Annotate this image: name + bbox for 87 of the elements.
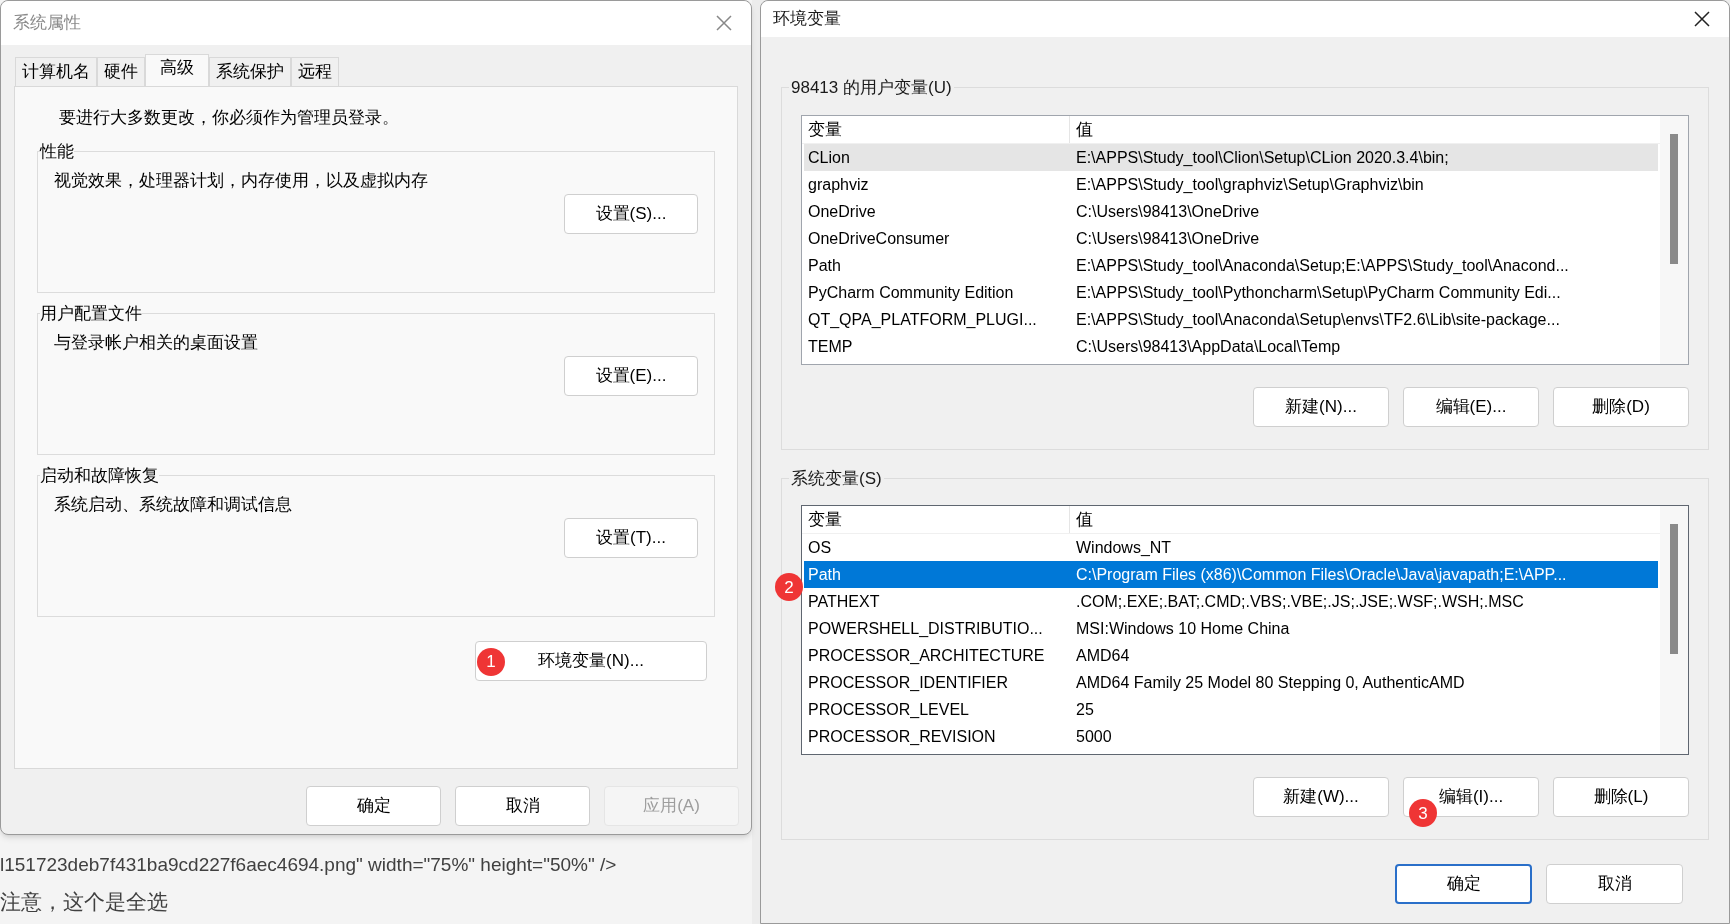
window-title: 环境变量 xyxy=(773,8,841,31)
variable-value: E:\APPS\Study_tool\Clion\Setup\CLion 2020.3.4\bin; xyxy=(1075,147,1450,168)
dialog-button[interactable]: 取消 xyxy=(455,786,590,826)
variable-row[interactable]: PROCESSOR_REVISION 5000 xyxy=(804,723,1658,750)
variable-row[interactable]: OneDriveConsumer C:\Users\98413\OneDrive xyxy=(804,224,1658,252)
close-icon[interactable] xyxy=(1693,10,1711,28)
variable-name: POWERSHELL_DISTRIBUTIO... xyxy=(807,619,1044,639)
variable-value: .COM;.EXE;.BAT;.CMD;.VBS;.VBE;.JS;.JSE;.WSF;.WSH;.MSC xyxy=(1075,592,1525,612)
group-description: 视觉效果，处理器计划，内存使用，以及虚拟内存 xyxy=(54,170,429,192)
variable-row[interactable]: graphviz E:\APPS\Study_tool\graphviz\Setup\Graphviz\bin xyxy=(804,170,1658,198)
variable-value: Windows_NT xyxy=(1075,538,1173,558)
scrollbar[interactable] xyxy=(1660,115,1688,364)
variable-name: CLion xyxy=(807,147,851,168)
variable-name: graphviz xyxy=(807,174,870,195)
tab[interactable]: 计算机名 xyxy=(15,57,97,86)
step-badge: 3 xyxy=(1409,799,1437,827)
step-badge: 2 xyxy=(775,573,803,601)
variable-value: MSI:Windows 10 Home China xyxy=(1075,619,1291,639)
variable-name: PROCESSOR_IDENTIFIER xyxy=(807,673,1010,693)
variable-value: C:\Users\98413\OneDrive xyxy=(1075,228,1261,249)
dialog-button[interactable]: 确定 xyxy=(306,786,441,826)
variable-value: E:\APPS\Study_tool\Anaconda\Setup\envs\TF2.6\Lib\site-package... xyxy=(1075,309,1561,330)
tab[interactable]: 高级 xyxy=(145,54,209,86)
variable-name: Path xyxy=(807,255,842,276)
variable-row[interactable]: PROCESSOR_LEVEL 25 xyxy=(804,696,1658,723)
variable-row[interactable]: OS Windows_NT xyxy=(804,534,1658,561)
variable-value: E:\APPS\Study_tool\Anaconda\Setup;E:\APPS\Study_tool\Anacond... xyxy=(1075,255,1570,276)
page-text: l151723deb7f431ba9cd227f6aec4694.png" width="75%" height="50%" /> xyxy=(0,853,618,877)
variable-value: E:\APPS\Study_tool\graphviz\Setup\Graphviz\bin xyxy=(1075,174,1425,195)
variable-row[interactable]: PROCESSOR_ARCHITECTURE AMD64 xyxy=(804,642,1658,669)
variable-name: OneDrive xyxy=(807,201,877,222)
variable-value: 25 xyxy=(1075,700,1095,720)
variable-row[interactable]: PATHEXT .COM;.EXE;.BAT;.CMD;.VBS;.VBE;.JS;.JSE;.WSF;.WSH;.MSC xyxy=(804,588,1658,615)
variable-value: AMD64 xyxy=(1075,646,1131,666)
group-title: 98413 的用户变量(U) xyxy=(790,77,953,99)
variable-name: PROCESSOR_ARCHITECTURE xyxy=(807,646,1046,666)
dialog-button[interactable]: 删除(L) xyxy=(1553,777,1689,817)
variable-name: Path xyxy=(807,565,842,585)
variable-name: PROCESSOR_LEVEL xyxy=(807,700,970,720)
column-header[interactable]: 值 xyxy=(1070,115,1660,143)
column-header[interactable]: 变量 xyxy=(802,506,1070,533)
variable-name: TEMP xyxy=(807,336,854,357)
window-title: 系统属性 xyxy=(13,12,81,35)
dialog-button[interactable]: 编辑(E)... xyxy=(1403,386,1539,427)
variable-value: AMD64 Family 25 Model 80 Stepping 0, AuthenticAMD xyxy=(1075,673,1466,693)
group-description: 与登录帐户相关的桌面设置 xyxy=(54,332,259,354)
dialog-button[interactable]: 确定 xyxy=(1395,864,1532,904)
column-header[interactable]: 变量 xyxy=(802,115,1070,143)
group-description: 系统启动、系统故障和调试信息 xyxy=(54,494,293,516)
variable-row[interactable]: QT_QPA_PLATFORM_PLUGI... E:\APPS\Study_tool\Anaconda\Setup\envs\TF2.6\Lib\site-package... xyxy=(804,305,1658,333)
variable-name: QT_QPA_PLATFORM_PLUGI... xyxy=(807,309,1038,330)
page-text: 注意，这个是全选 xyxy=(0,888,169,915)
group-title: 用户配置文件 xyxy=(40,302,142,325)
variable-name: OneDriveConsumer xyxy=(807,228,951,249)
variable-row[interactable]: OneDrive C:\Users\98413\OneDrive xyxy=(804,197,1658,225)
tab[interactable]: 系统保护 xyxy=(209,57,291,86)
column-header[interactable]: 值 xyxy=(1070,506,1660,533)
tab[interactable]: 远程 xyxy=(291,57,339,86)
tab[interactable]: 硬件 xyxy=(97,57,145,86)
dialog-button[interactable]: 删除(D) xyxy=(1553,386,1689,427)
variable-row[interactable]: Path E:\APPS\Study_tool\Anaconda\Setup;E:\APPS\Study_tool\Anacond... xyxy=(804,251,1658,279)
dialog-button[interactable]: 取消 xyxy=(1546,864,1683,904)
dialog-button[interactable]: 新建(N)... xyxy=(1253,386,1389,427)
group-title: 启动和故障恢复 xyxy=(40,464,159,487)
dialog-button[interactable]: 设置(E)... xyxy=(564,355,698,396)
variable-row[interactable]: TEMP C:\Users\98413\AppData\Local\Temp xyxy=(804,332,1658,360)
variable-name: OS xyxy=(807,538,833,558)
variable-value: E:\APPS\Study_tool\Pythoncharm\Setup\PyCharm Community Edi... xyxy=(1075,282,1562,303)
variable-value: C:\Program Files (x86)\Common Files\Oracle\Java\javapath;E:\APP... xyxy=(1075,565,1568,585)
variable-row[interactable]: POWERSHELL_DISTRIBUTIO... MSI:Windows 10 Home China xyxy=(804,615,1658,642)
variable-row[interactable]: CLion E:\APPS\Study_tool\Clion\Setup\CLion 2020.3.4\bin; xyxy=(804,143,1658,171)
variable-name: PATHEXT xyxy=(807,592,881,612)
variable-value: C:\Users\98413\AppData\Local\Temp xyxy=(1075,336,1342,357)
scrollbar[interactable] xyxy=(1660,506,1688,754)
group-title: 系统变量(S) xyxy=(790,467,883,490)
dialog-button[interactable]: 新建(W)... xyxy=(1253,777,1389,817)
dialog-button[interactable]: 设置(S)... xyxy=(564,193,698,234)
variable-row[interactable]: PyCharm Community Edition E:\APPS\Study_tool\Pythoncharm\Setup\PyCharm Community Edi... xyxy=(804,278,1658,306)
dialog-button[interactable]: 设置(T)... xyxy=(564,517,698,558)
variable-name: PyCharm Community Edition xyxy=(807,282,1015,303)
group-title: 性能 xyxy=(40,140,74,163)
variable-value: 5000 xyxy=(1075,727,1113,747)
variable-row[interactable]: PROCESSOR_IDENTIFIER AMD64 Family 25 Model 80 Stepping 0, AuthenticAMD xyxy=(804,669,1658,696)
variable-row[interactable]: Path C:\Program Files (x86)\Common Files\Oracle\Java\javapath;E:\APP... xyxy=(804,561,1658,588)
variable-value: C:\Users\98413\OneDrive xyxy=(1075,201,1261,222)
notice-text: 要进行大多数更改，你必须作为管理员登录。 xyxy=(59,107,400,129)
variable-name: PROCESSOR_REVISION xyxy=(807,727,997,747)
